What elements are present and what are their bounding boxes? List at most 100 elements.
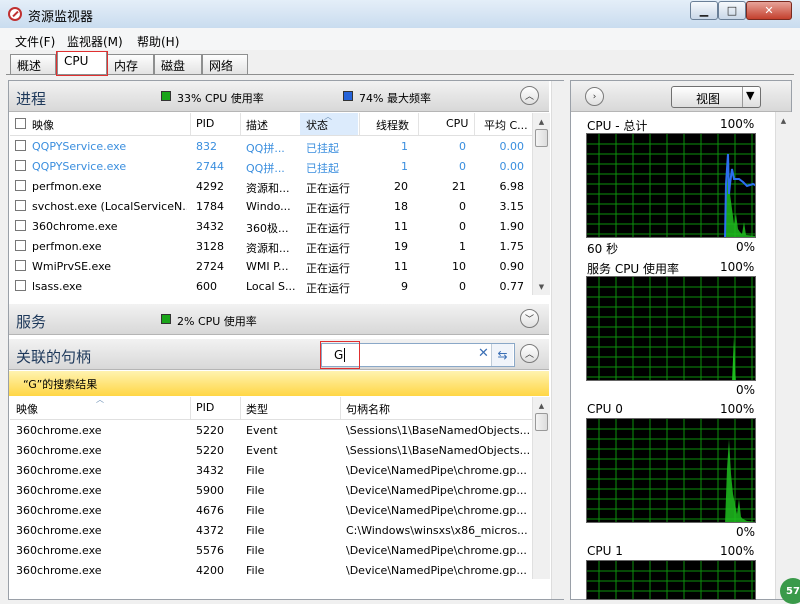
handle-row[interactable]: 360chrome.exe 4676 File \Device\NamedPipe\c… bbox=[10, 500, 533, 520]
chevron-up-icon: ︿ bbox=[524, 350, 534, 360]
process-average-cpu: 6.98 bbox=[499, 180, 525, 193]
col-pid[interactable]: PID bbox=[196, 117, 214, 130]
menu-help[interactable]: 帮助(H) bbox=[137, 33, 179, 50]
col-status[interactable]: 状态 bbox=[306, 117, 328, 133]
minimize-button[interactable]: ▁ bbox=[690, 1, 718, 20]
handles-title: 关联的句柄 bbox=[16, 348, 92, 366]
process-pid: 600 bbox=[196, 280, 217, 293]
process-cpu: 0 bbox=[459, 200, 466, 213]
process-row[interactable]: 360chrome.exe 3432 360极... 正在运行 11 0 1.90 bbox=[10, 216, 533, 236]
handle-pid: 3432 bbox=[196, 464, 224, 477]
processes-scrollbar[interactable]: ▲ ▼ bbox=[532, 113, 550, 295]
handle-pid: 4372 bbox=[196, 524, 224, 537]
menu-file[interactable]: 文件(F) bbox=[15, 33, 55, 50]
handle-row[interactable]: 360chrome.exe 3432 File \Device\NamedPipe\c… bbox=[10, 460, 533, 480]
scroll-thumb[interactable] bbox=[535, 413, 548, 431]
tab-overview[interactable]: 概述 bbox=[10, 54, 56, 74]
title-bar[interactable] bbox=[0, 0, 800, 28]
process-average-cpu: 0.00 bbox=[499, 140, 525, 153]
handles-scrollbar[interactable]: ▲ bbox=[532, 397, 550, 579]
graph-panel-scrollbar[interactable]: ▲ bbox=[775, 112, 792, 599]
process-row[interactable]: lsass.exe 600 Local S... 正在运行 9 0 0.77 bbox=[10, 276, 533, 296]
process-row[interactable]: svchost.exe (LocalServiceN... 1784 Windo..… bbox=[10, 196, 533, 216]
handle-row[interactable]: 360chrome.exe 5576 File \Device\NamedPipe\c… bbox=[10, 540, 533, 560]
refresh-icon[interactable]: ⇆ bbox=[491, 344, 513, 366]
chevron-right-icon[interactable]: › bbox=[585, 87, 604, 106]
sort-ascending-icon: ︿ bbox=[96, 395, 104, 404]
process-threads: 11 bbox=[394, 260, 408, 273]
process-checkbox[interactable] bbox=[15, 160, 26, 171]
process-row[interactable]: perfmon.exe 3128 资源和... 正在运行 19 1 1.75 bbox=[10, 236, 533, 256]
process-threads: 11 bbox=[394, 220, 408, 233]
services-expand-button[interactable]: ﹀ bbox=[520, 309, 539, 328]
tab-memory[interactable]: 内存 bbox=[107, 54, 154, 74]
col-average-cpu[interactable]: 平均 C... bbox=[484, 117, 528, 133]
services-header[interactable]: 服务 2% CPU 使用率 ﹀ bbox=[9, 304, 549, 335]
process-row[interactable]: QQPYService.exe 2744 QQ拼... 已挂起 1 0 0.00 bbox=[10, 156, 533, 176]
scroll-up-icon[interactable]: ▲ bbox=[534, 114, 549, 129]
handles-collapse-button[interactable]: ︿ bbox=[520, 344, 539, 363]
max-frequency-legend: 74% 最大频率 bbox=[359, 92, 431, 105]
left-panel-scrollbar[interactable] bbox=[551, 81, 564, 599]
process-row[interactable]: perfmon.exe 4292 资源和... 正在运行 20 21 6.98 bbox=[10, 176, 533, 196]
handle-pid: 4200 bbox=[196, 564, 224, 577]
handle-row[interactable]: 360chrome.exe 5220 Event \Sessions\1\BaseNa… bbox=[10, 420, 533, 440]
select-all-checkbox[interactable] bbox=[15, 118, 26, 129]
process-checkbox[interactable] bbox=[15, 200, 26, 211]
handle-image: 360chrome.exe bbox=[16, 484, 102, 497]
maximize-button[interactable]: □ bbox=[718, 1, 746, 20]
cpu-total-graph-min: 0% bbox=[736, 240, 756, 254]
process-checkbox[interactable] bbox=[15, 240, 26, 251]
handle-row[interactable]: 360chrome.exe 4200 File \Device\NamedPipe\c… bbox=[10, 560, 533, 580]
tab-cpu-highlight-box bbox=[56, 51, 108, 76]
col-threads[interactable]: 线程数 bbox=[376, 117, 409, 133]
process-cpu: 0 bbox=[459, 220, 466, 233]
process-row[interactable]: WmiPrvSE.exe 2724 WMI P... 正在运行 11 10 0.90 bbox=[10, 256, 533, 276]
process-image: QQPYService.exe bbox=[32, 140, 127, 153]
services-cpu-graph bbox=[586, 276, 756, 381]
process-checkbox[interactable] bbox=[15, 180, 26, 191]
handle-image: 360chrome.exe bbox=[16, 464, 102, 477]
handles-column-header: 映像 ︿ PID 类型 句柄名称 bbox=[10, 395, 533, 420]
scroll-down-icon[interactable]: ▼ bbox=[534, 279, 549, 294]
menu-monitor[interactable]: 监视器(M) bbox=[67, 33, 123, 50]
process-cpu: 0 bbox=[459, 160, 466, 173]
col-cpu[interactable]: CPU bbox=[446, 117, 468, 130]
col-image[interactable]: 映像 bbox=[32, 117, 54, 133]
process-cpu: 0 bbox=[459, 280, 466, 293]
col-handle-pid[interactable]: PID bbox=[196, 401, 214, 414]
col-description[interactable]: 描述 bbox=[246, 117, 268, 133]
process-checkbox[interactable] bbox=[15, 220, 26, 231]
process-checkbox[interactable] bbox=[15, 280, 26, 291]
process-average-cpu: 1.75 bbox=[499, 240, 525, 253]
handle-name: \Device\NamedPipe\chrome.gp... bbox=[346, 504, 527, 517]
process-checkbox[interactable] bbox=[15, 140, 26, 151]
services-cpu-graph-max: 100% bbox=[720, 260, 755, 274]
col-handle-image[interactable]: 映像 bbox=[16, 401, 38, 417]
processes-header[interactable]: 进程 33% CPU 使用率 74% 最大频率 ︿ bbox=[9, 81, 549, 112]
col-handle-name[interactable]: 句柄名称 bbox=[346, 401, 390, 417]
process-row[interactable]: QQPYService.exe 832 QQ拼... 已挂起 1 0 0.00 bbox=[10, 136, 533, 156]
search-results-bar: “G”的搜索结果 bbox=[9, 371, 549, 396]
scroll-up-icon[interactable]: ▲ bbox=[534, 398, 549, 413]
view-dropdown-button[interactable]: 视图 ▼ bbox=[671, 86, 761, 108]
tab-disk[interactable]: 磁盘 bbox=[154, 54, 202, 74]
handle-row[interactable]: 360chrome.exe 5220 Event \Sessions\1\BaseNa… bbox=[10, 440, 533, 460]
handle-name: C:\Windows\winsxs\x86_micros... bbox=[346, 524, 528, 537]
close-button[interactable]: ✕ bbox=[746, 1, 792, 20]
handle-type: File bbox=[246, 464, 265, 477]
tab-network[interactable]: 网络 bbox=[202, 54, 248, 74]
process-checkbox[interactable] bbox=[15, 260, 26, 271]
handle-row[interactable]: 360chrome.exe 4372 File C:\Windows\winsxs\x… bbox=[10, 520, 533, 540]
col-handle-type[interactable]: 类型 bbox=[246, 401, 268, 417]
dropdown-divider bbox=[742, 87, 743, 107]
processes-collapse-button[interactable]: ︿ bbox=[520, 86, 539, 105]
handle-type: File bbox=[246, 524, 265, 537]
scroll-up-icon[interactable]: ▲ bbox=[776, 113, 791, 128]
cpu-total-graph-plot bbox=[587, 134, 755, 237]
process-image: 360chrome.exe bbox=[32, 220, 118, 233]
scroll-thumb[interactable] bbox=[535, 129, 548, 147]
handle-row[interactable]: 360chrome.exe 5900 File \Device\NamedPipe\c… bbox=[10, 480, 533, 500]
clear-icon[interactable]: ✕ bbox=[478, 346, 489, 361]
process-average-cpu: 3.15 bbox=[499, 200, 525, 213]
